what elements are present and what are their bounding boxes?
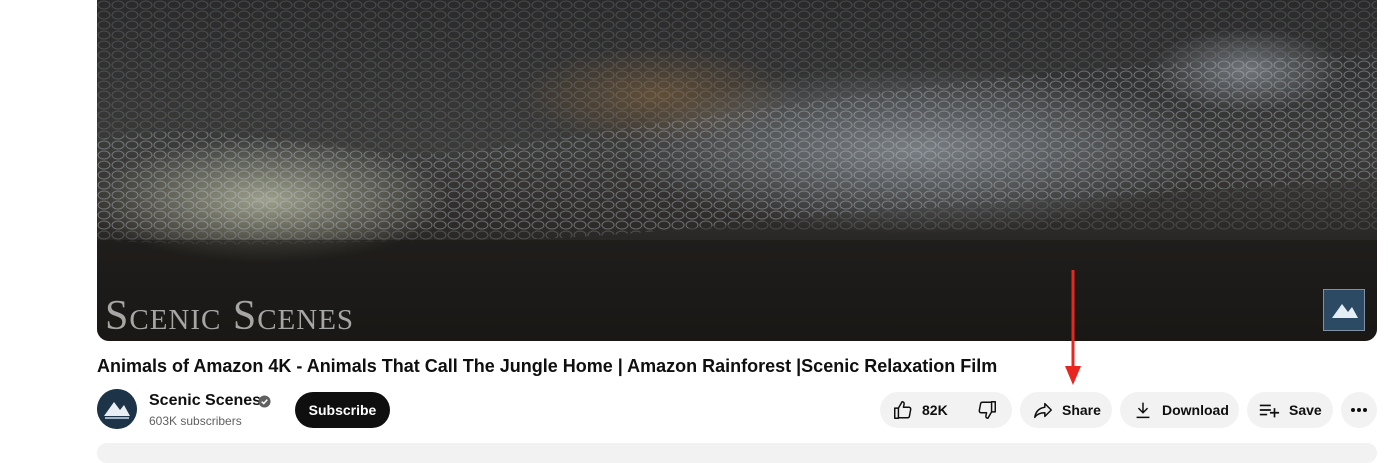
share-button[interactable]: Share xyxy=(1020,392,1112,428)
download-icon xyxy=(1136,402,1150,419)
download-label: Download xyxy=(1162,402,1229,418)
video-player[interactable]: Scenic Scenes xyxy=(97,0,1377,341)
dislike-icon xyxy=(978,401,996,419)
channel-avatar[interactable] xyxy=(97,389,137,429)
annotation-arrow xyxy=(1065,270,1081,385)
description-box[interactable] xyxy=(97,443,1377,463)
subscribe-button[interactable]: Subscribe xyxy=(295,392,390,428)
save-label: Save xyxy=(1289,402,1322,418)
share-label: Share xyxy=(1062,402,1101,418)
dislike-button[interactable] xyxy=(962,392,1014,428)
download-button[interactable]: Download xyxy=(1120,392,1239,428)
like-count: 82K xyxy=(922,402,948,418)
save-playlist-icon xyxy=(1259,404,1280,418)
like-button[interactable]: 82K xyxy=(880,392,962,428)
video-frame-art xyxy=(97,0,1377,341)
share-icon xyxy=(1034,402,1052,419)
subscriber-count: 603K subscribers xyxy=(149,414,242,428)
like-dislike-group: 82K xyxy=(880,392,1012,428)
verified-icon xyxy=(258,395,271,408)
channel-name[interactable]: Scenic Scenes xyxy=(149,392,261,410)
like-icon xyxy=(894,401,912,419)
channel-watermark-logo[interactable] xyxy=(1323,289,1365,331)
more-icon xyxy=(1351,408,1367,412)
save-button[interactable]: Save xyxy=(1247,392,1333,428)
more-actions-button[interactable] xyxy=(1341,392,1377,428)
video-title: Animals of Amazon 4K - Animals That Call… xyxy=(97,356,998,376)
video-watermark: Scenic Scenes xyxy=(105,293,355,339)
